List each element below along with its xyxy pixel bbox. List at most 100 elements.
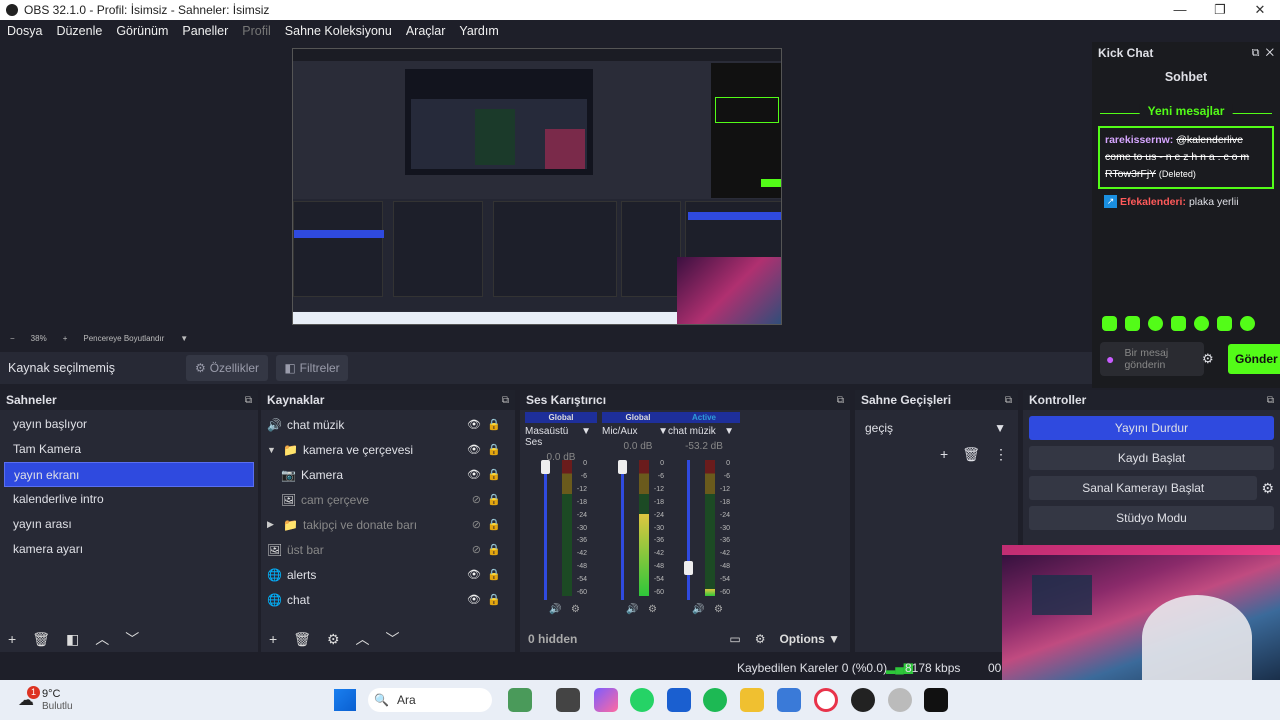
close-button[interactable]: ✕ — [1240, 0, 1280, 20]
source-item[interactable]: 🖼 cam çerçeve ⊘ 🔒 — [267, 487, 515, 512]
undock-icon[interactable]: ⧉ — [502, 395, 509, 406]
properties-button[interactable]: ⚙ Özellikler — [186, 355, 268, 381]
source-item[interactable]: 🖼 üst bar ⊘ 🔒 — [267, 537, 515, 562]
taskbar-search[interactable]: 🔍 Ara — [368, 688, 492, 712]
lock-icon[interactable]: 🔒 — [487, 418, 501, 431]
undock-icon[interactable]: ⧉ — [837, 395, 844, 406]
source-item[interactable]: 🔊 chat müzik 👁 🔒 — [267, 412, 515, 437]
lock-icon[interactable]: 🔒 — [487, 443, 501, 456]
source-settings-button[interactable]: ⚙ — [327, 631, 340, 648]
menu-profile[interactable]: Profil — [242, 24, 270, 38]
menu-edit[interactable]: Düzenle — [56, 24, 102, 38]
scene-item[interactable]: Tam Kamera — [4, 437, 254, 462]
chat-input[interactable]: ● Bir mesaj gönderin — [1100, 342, 1204, 376]
zoom-out-button[interactable]: − — [10, 334, 15, 343]
expand-toggle-icon[interactable]: ▼ — [267, 445, 279, 455]
scene-filters-button[interactable]: ◧ — [66, 631, 79, 648]
undock-icon[interactable]: ⧉ — [1252, 47, 1260, 59]
emote-icon[interactable] — [1102, 316, 1117, 331]
whatsapp-icon[interactable] — [630, 688, 654, 712]
speaker-icon[interactable]: 🔊 — [626, 604, 638, 615]
scene-item[interactable]: yayın başlıyor — [4, 412, 254, 437]
speaker-icon[interactable]: 🔊 — [692, 604, 704, 615]
advanced-audio-icon[interactable]: ⚙ — [755, 632, 766, 646]
eye-icon[interactable]: 👁 — [467, 568, 481, 581]
copilot-icon[interactable] — [594, 688, 618, 712]
remove-scene-button[interactable]: 🗑 — [32, 631, 50, 648]
gear-icon[interactable]: ⚙ — [648, 604, 657, 615]
move-down-button[interactable]: ﹀ — [125, 629, 139, 649]
scene-item[interactable]: yayın arası — [4, 512, 254, 537]
file-explorer-icon[interactable] — [740, 688, 764, 712]
maximize-button[interactable]: ❐ — [1200, 0, 1240, 20]
add-scene-button[interactable]: + — [8, 631, 16, 647]
add-source-button[interactable]: + — [269, 631, 277, 647]
start-recording-button[interactable]: Kaydı Başlat — [1029, 446, 1274, 470]
minimize-button[interactable]: — — [1160, 0, 1200, 20]
chevron-down-icon[interactable]: ▼ — [658, 426, 668, 437]
lock-icon[interactable]: 🔒 — [487, 518, 501, 531]
lock-icon[interactable]: 🔒 — [487, 493, 501, 506]
obs-taskbar-icon[interactable] — [851, 688, 875, 712]
emote-icon[interactable] — [1171, 316, 1186, 331]
chevron-down-icon[interactable]: ▼ — [581, 426, 591, 448]
studio-mode-button[interactable]: Stüdyo Modu — [1029, 506, 1274, 530]
emote-icon[interactable] — [1148, 316, 1163, 331]
eye-off-icon[interactable]: ⊘ — [472, 518, 481, 531]
source-item[interactable]: 🌐 chat 👁 🔒 — [267, 587, 515, 612]
emote-icon[interactable] — [1194, 316, 1209, 331]
lock-icon[interactable]: 🔒 — [487, 468, 501, 481]
transition-select[interactable]: geçiş ▼ — [859, 416, 1012, 440]
fader-knob[interactable] — [541, 460, 550, 474]
gear-icon[interactable]: ⚙ — [714, 604, 723, 615]
volume-fader[interactable] — [544, 460, 547, 600]
mixer-options-button[interactable]: Options ▼ — [779, 632, 840, 646]
expand-toggle-icon[interactable]: ▶ — [267, 519, 279, 530]
mixer-layout-icon[interactable]: ▭ — [729, 632, 740, 646]
undock-icon[interactable]: ⧉ — [245, 395, 252, 406]
fit-to-window-label[interactable]: Pencereye Boyutlandır — [83, 334, 164, 343]
mail-icon[interactable] — [777, 688, 801, 712]
fader-knob[interactable] — [618, 460, 627, 474]
zoom-dropdown-icon[interactable]: ▼ — [180, 334, 188, 343]
weather-temp[interactable]: 9°C — [42, 688, 60, 700]
move-up-button[interactable]: ︿ — [356, 629, 370, 649]
virtual-camera-settings-icon[interactable]: ⚙ — [1261, 480, 1274, 497]
eye-icon[interactable]: 👁 — [467, 443, 481, 456]
widget-icon[interactable] — [508, 688, 532, 712]
zoom-in-button[interactable]: + — [63, 334, 68, 343]
lock-icon[interactable]: 🔒 — [487, 568, 501, 581]
opera-icon[interactable] — [814, 688, 838, 712]
microphone-icon[interactable]: ● — [1106, 351, 1114, 367]
chevron-down-icon[interactable]: ▼ — [724, 426, 734, 437]
eye-icon[interactable]: 👁 — [467, 468, 481, 481]
remove-source-button[interactable]: 🗑 — [293, 631, 311, 648]
transition-menu-button[interactable]: ⋮ — [994, 446, 1008, 463]
remove-transition-button[interactable]: 🗑 — [962, 446, 980, 463]
filters-button[interactable]: ◧ Filtreler — [276, 355, 348, 381]
add-transition-button[interactable]: + — [940, 446, 948, 463]
speaker-icon[interactable]: 🔊 — [549, 604, 561, 615]
source-item[interactable]: ▶ 📁 takipçi ve donate barı ⊘ 🔒 — [267, 512, 515, 537]
menu-help[interactable]: Yardım — [459, 24, 498, 38]
chat-username[interactable]: Efekalenderi: — [1120, 196, 1186, 208]
scene-item[interactable]: kamera ayarı — [4, 537, 254, 562]
eye-icon[interactable]: 👁 — [467, 418, 481, 431]
menu-file[interactable]: Dosya — [7, 24, 42, 38]
volume-fader[interactable] — [621, 460, 624, 600]
settings-icon[interactable] — [888, 688, 912, 712]
emote-icon[interactable] — [1217, 316, 1232, 331]
lock-icon[interactable]: 🔒 — [487, 593, 501, 606]
gear-icon[interactable]: ⚙ — [571, 604, 580, 615]
chat-settings-icon[interactable]: ⚙ — [1202, 351, 1214, 367]
volume-fader[interactable] — [687, 460, 690, 600]
emote-icon[interactable] — [1240, 316, 1255, 331]
menu-view[interactable]: Görünüm — [116, 24, 168, 38]
move-up-button[interactable]: ︿ — [95, 629, 109, 649]
chat-tab[interactable]: Sohbet — [1092, 70, 1280, 84]
scene-item[interactable]: yayın ekranı — [4, 462, 254, 487]
fader-knob[interactable] — [684, 561, 693, 575]
preview-canvas[interactable] — [292, 48, 782, 325]
stop-streaming-button[interactable]: Yayını Durdur — [1029, 416, 1274, 440]
store-icon[interactable] — [667, 688, 691, 712]
